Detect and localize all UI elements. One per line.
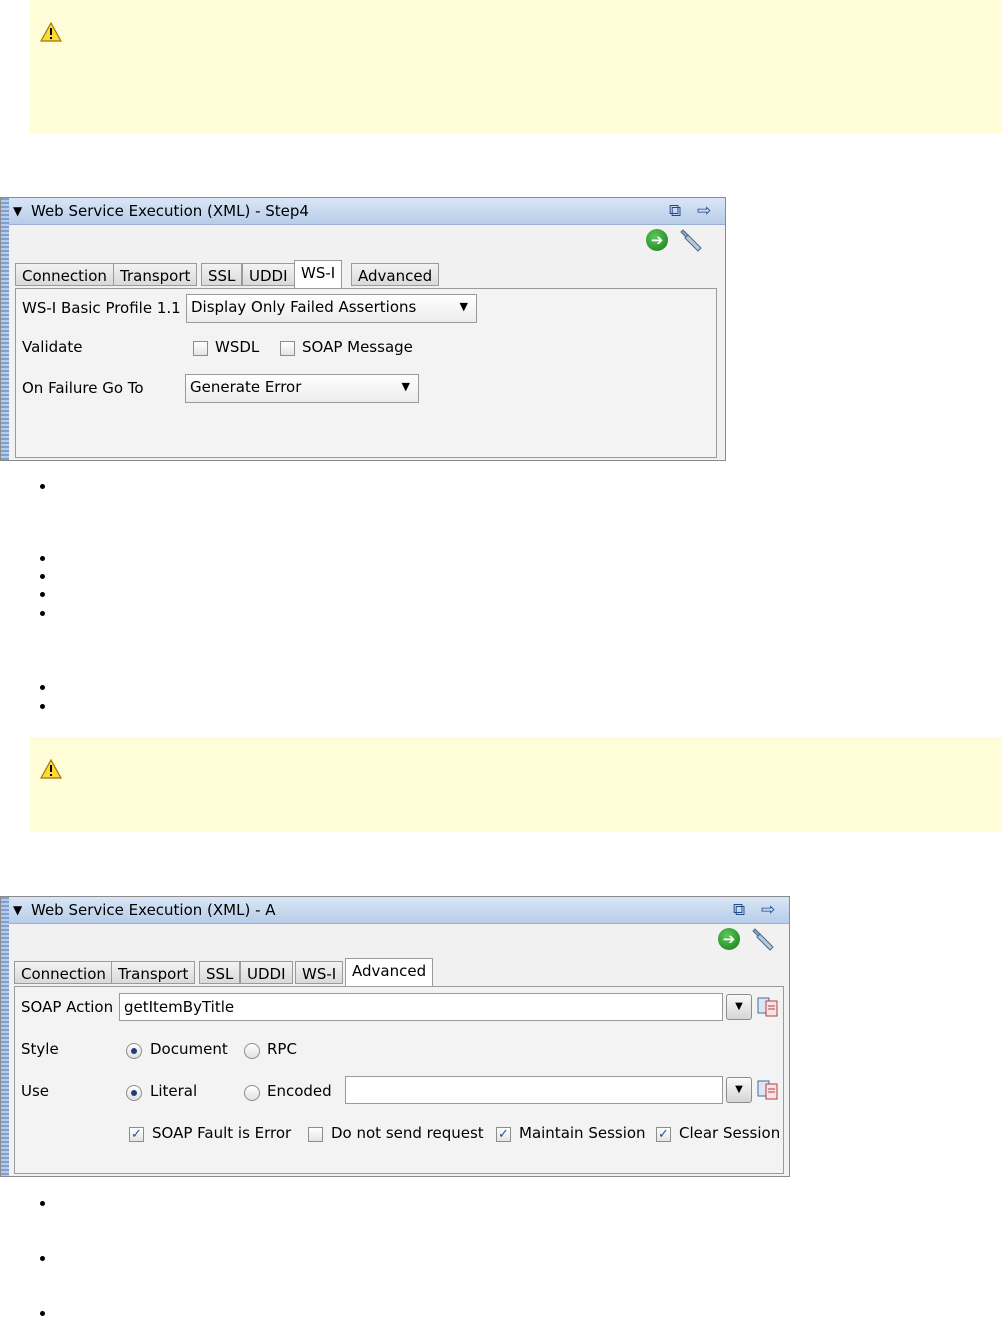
list-item	[40, 611, 48, 619]
list-item	[40, 685, 48, 693]
go-icon[interactable]: ➔	[646, 229, 668, 251]
panel-drag-stripe[interactable]	[1, 897, 9, 1176]
panel-titlebar[interactable]: ▼ Web Service Execution (XML) - A ⧉ ⇨	[9, 897, 789, 924]
do-not-send-request-label: Do not send request	[331, 1124, 484, 1142]
clear-session-label: Clear Session	[679, 1124, 781, 1142]
soap-action-value: getItemByTitle	[124, 998, 235, 1016]
ws-execution-panel-a: ▼ Web Service Execution (XML) - A ⧉ ⇨ ➔ …	[0, 896, 790, 1177]
style-rpc-radio[interactable]	[244, 1043, 260, 1059]
float-icon[interactable]: ⧉	[733, 900, 745, 920]
wsdl-checkbox[interactable]	[193, 341, 208, 356]
wrench-icon[interactable]	[679, 228, 705, 252]
soap-fault-is-error-checkbox[interactable]: ✓	[129, 1127, 144, 1142]
chevron-down-icon: ▼	[459, 300, 468, 313]
soap-action-label: SOAP Action	[21, 998, 114, 1016]
panel-title: Web Service Execution (XML) - Step4	[31, 202, 309, 220]
soap-action-input[interactable]: getItemByTitle	[119, 993, 723, 1021]
copy-icon[interactable]	[757, 997, 779, 1017]
panel-toolbar: ➔	[646, 228, 705, 252]
list-item	[40, 592, 48, 600]
profile-select-value: Display Only Failed Assertions	[191, 298, 417, 316]
dock-arrow-icon[interactable]: ⇨	[761, 900, 775, 920]
maintain-session-label: Maintain Session	[519, 1124, 646, 1142]
tab-connection[interactable]: Connection	[15, 263, 114, 286]
ws-execution-panel-step4: ▼ Web Service Execution (XML) - Step4 ⧉ …	[0, 197, 726, 461]
collapse-triangle-icon[interactable]: ▼	[13, 903, 22, 917]
validate-label: Validate	[22, 338, 83, 356]
chevron-down-icon: ▼	[401, 380, 410, 393]
list-item	[40, 556, 48, 564]
style-label: Style	[21, 1040, 59, 1058]
on-failure-select-value: Generate Error	[190, 378, 302, 396]
tab-transport[interactable]: Transport	[113, 263, 198, 286]
tab-ws-i[interactable]: WS-I	[294, 260, 343, 288]
profile-label: WS-I Basic Profile 1.1	[22, 299, 181, 317]
on-failure-select[interactable]: Generate Error ▼	[185, 374, 419, 403]
soap-message-checkbox-label: SOAP Message	[302, 338, 413, 356]
style-rpc-label: RPC	[267, 1040, 297, 1058]
warning-note	[30, 0, 1002, 133]
tab-strip: Connection Transport SSL UDDI WS-I Advan…	[15, 260, 715, 288]
list-item	[40, 1256, 48, 1264]
list-item	[40, 574, 48, 582]
panel-titlebar[interactable]: ▼ Web Service Execution (XML) - Step4 ⧉ …	[9, 198, 725, 225]
tab-advanced[interactable]: Advanced	[345, 958, 434, 986]
profile-select[interactable]: Display Only Failed Assertions ▼	[186, 294, 477, 323]
go-icon[interactable]: ➔	[718, 928, 740, 950]
warning-icon	[40, 22, 62, 42]
use-literal-label: Literal	[150, 1082, 198, 1100]
tab-ssl[interactable]: SSL	[199, 961, 241, 984]
warning-note	[30, 737, 1002, 832]
use-label: Use	[21, 1082, 50, 1100]
soap-action-dropdown-button[interactable]: ▼	[726, 994, 752, 1020]
do-not-send-request-checkbox[interactable]	[308, 1127, 323, 1142]
tab-advanced[interactable]: Advanced	[351, 263, 440, 286]
tab-uddi[interactable]: UDDI	[240, 961, 293, 984]
tab-transport[interactable]: Transport	[111, 961, 196, 984]
clear-session-checkbox[interactable]: ✓	[656, 1127, 671, 1142]
use-literal-radio[interactable]	[126, 1085, 142, 1101]
float-icon[interactable]: ⧉	[669, 201, 681, 221]
wrench-icon[interactable]	[751, 927, 777, 951]
list-item	[40, 1201, 48, 1209]
use-encoded-radio[interactable]	[244, 1085, 260, 1101]
copy-icon[interactable]	[757, 1080, 779, 1100]
tab-uddi[interactable]: UDDI	[242, 263, 295, 286]
style-document-radio[interactable]	[126, 1043, 142, 1059]
advanced-tab-content: SOAP Action getItemByTitle ▼ Style Docum…	[14, 986, 784, 1174]
tab-ws-i[interactable]: WS-I	[295, 961, 344, 984]
wsdl-checkbox-label: WSDL	[215, 338, 260, 356]
panel-drag-stripe[interactable]	[1, 198, 9, 460]
maintain-session-checkbox[interactable]: ✓	[496, 1127, 511, 1142]
on-failure-label: On Failure Go To	[22, 379, 144, 397]
encoding-input[interactable]	[345, 1076, 723, 1104]
panel-toolbar: ➔	[718, 927, 777, 951]
style-document-label: Document	[150, 1040, 228, 1058]
dock-arrow-icon[interactable]: ⇨	[697, 201, 711, 221]
use-encoded-label: Encoded	[267, 1082, 332, 1100]
tab-strip: Connection Transport SSL UDDI WS-I Advan…	[14, 958, 784, 986]
soap-message-checkbox[interactable]	[280, 341, 295, 356]
collapse-triangle-icon[interactable]: ▼	[13, 204, 22, 218]
tab-connection[interactable]: Connection	[14, 961, 113, 984]
list-item	[40, 484, 48, 492]
list-item	[40, 704, 48, 712]
warning-icon	[40, 759, 62, 779]
panel-title: Web Service Execution (XML) - A	[31, 901, 276, 919]
soap-fault-is-error-label: SOAP Fault is Error	[152, 1124, 292, 1142]
tab-ssl[interactable]: SSL	[201, 263, 243, 286]
encoding-dropdown-button[interactable]: ▼	[726, 1077, 752, 1103]
ws-i-tab-content: WS-I Basic Profile 1.1 Display Only Fail…	[15, 288, 717, 458]
